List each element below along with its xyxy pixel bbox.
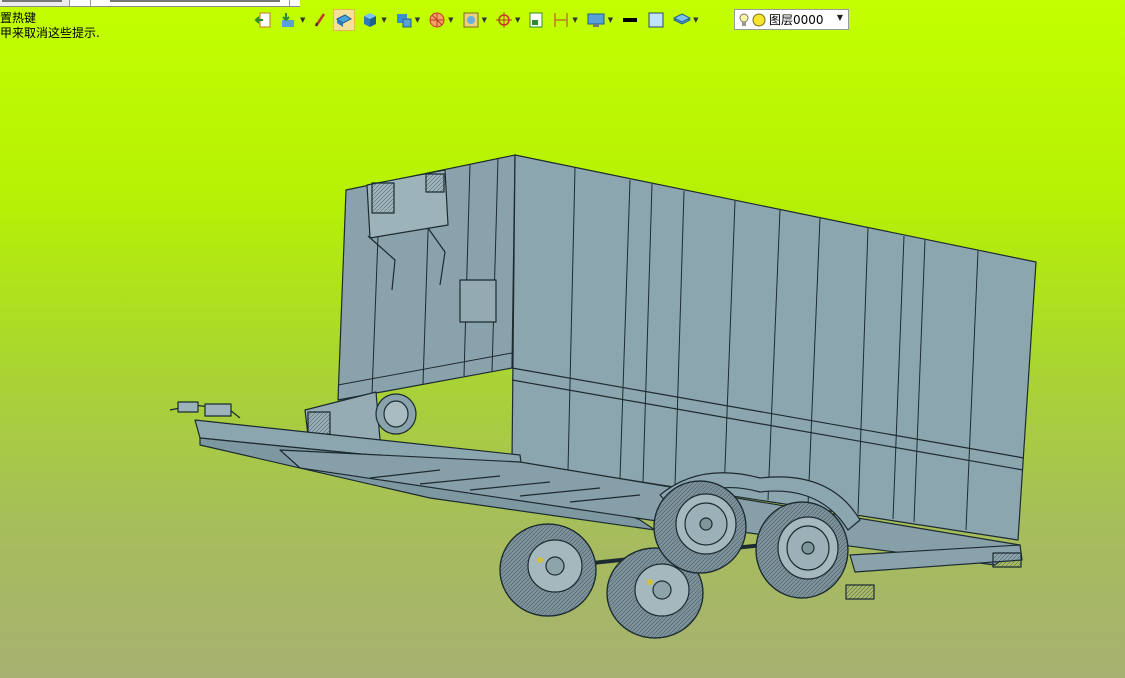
cube-icon: [364, 13, 377, 27]
dimension-icon: [554, 13, 569, 27]
main-toolbar: ▼ ▼ ▼ ▼ ▼ ▼ ▼ ▼ ▼: [252, 8, 705, 32]
fill-color-icon: [648, 12, 664, 28]
layer-select[interactable]: 图层0000 ▼: [734, 9, 849, 30]
line-color-icon: [623, 18, 638, 22]
chevron-down-icon[interactable]: ▼: [381, 16, 386, 24]
tool-revolve[interactable]: ▼: [426, 9, 455, 31]
tool-line-color[interactable]: [619, 9, 641, 31]
layer-color-dot-icon[interactable]: [752, 13, 766, 27]
light-bulb-icon[interactable]: [739, 13, 749, 27]
wheel-rear-near: [755, 501, 849, 599]
layer-name: 图层0000: [769, 13, 824, 27]
tool-display[interactable]: ▼: [584, 9, 615, 31]
trailer-model[interactable]: [169, 154, 1037, 639]
chevron-down-icon[interactable]: ▼: [693, 16, 698, 24]
tool-surface[interactable]: [333, 9, 356, 31]
page-icon: [529, 12, 543, 28]
crosshair-icon: [495, 12, 512, 28]
tool-exit[interactable]: [252, 9, 274, 31]
tool-fill-color[interactable]: [645, 9, 667, 31]
chevron-down-icon[interactable]: ▼: [415, 16, 420, 24]
chevron-down-icon[interactable]: ▼: [572, 16, 577, 24]
tool-dimension[interactable]: ▼: [550, 9, 579, 31]
display-icon: [587, 13, 605, 27]
hitch: [169, 401, 241, 419]
layers-icon: [673, 13, 692, 25]
chevron-down-icon[interactable]: ▼: [300, 16, 305, 24]
tool-solid[interactable]: ▼: [359, 9, 388, 31]
wheel-rear-left-far: [499, 523, 597, 617]
frame-icon: [463, 12, 479, 28]
tool-frame[interactable]: ▼: [460, 9, 489, 31]
tool-page[interactable]: [526, 9, 546, 31]
tool-snap[interactable]: ▼: [493, 9, 522, 31]
chevron-down-icon[interactable]: ▼: [448, 16, 453, 24]
exit-icon: [254, 12, 271, 28]
surface-icon: [336, 14, 353, 27]
chevron-down-icon[interactable]: ▼: [515, 16, 520, 24]
chevron-down-icon[interactable]: ▼: [482, 16, 487, 24]
3d-viewport[interactable]: [0, 0, 1125, 678]
wheel-icon: [429, 12, 445, 28]
tool-view[interactable]: ▼: [393, 9, 422, 31]
rear-light-2: [992, 552, 1022, 568]
import-icon: [282, 13, 294, 27]
tool-layers[interactable]: ▼: [671, 9, 700, 31]
tool-pen[interactable]: [311, 9, 329, 31]
chevron-down-icon[interactable]: ▼: [608, 16, 613, 24]
chevron-down-icon[interactable]: ▼: [837, 13, 843, 22]
wheel-front-near: [653, 480, 747, 574]
rear-light-1: [845, 584, 875, 600]
monitor-icon: [396, 14, 412, 28]
pen-icon: [315, 13, 326, 27]
tool-import[interactable]: ▼: [278, 9, 307, 31]
